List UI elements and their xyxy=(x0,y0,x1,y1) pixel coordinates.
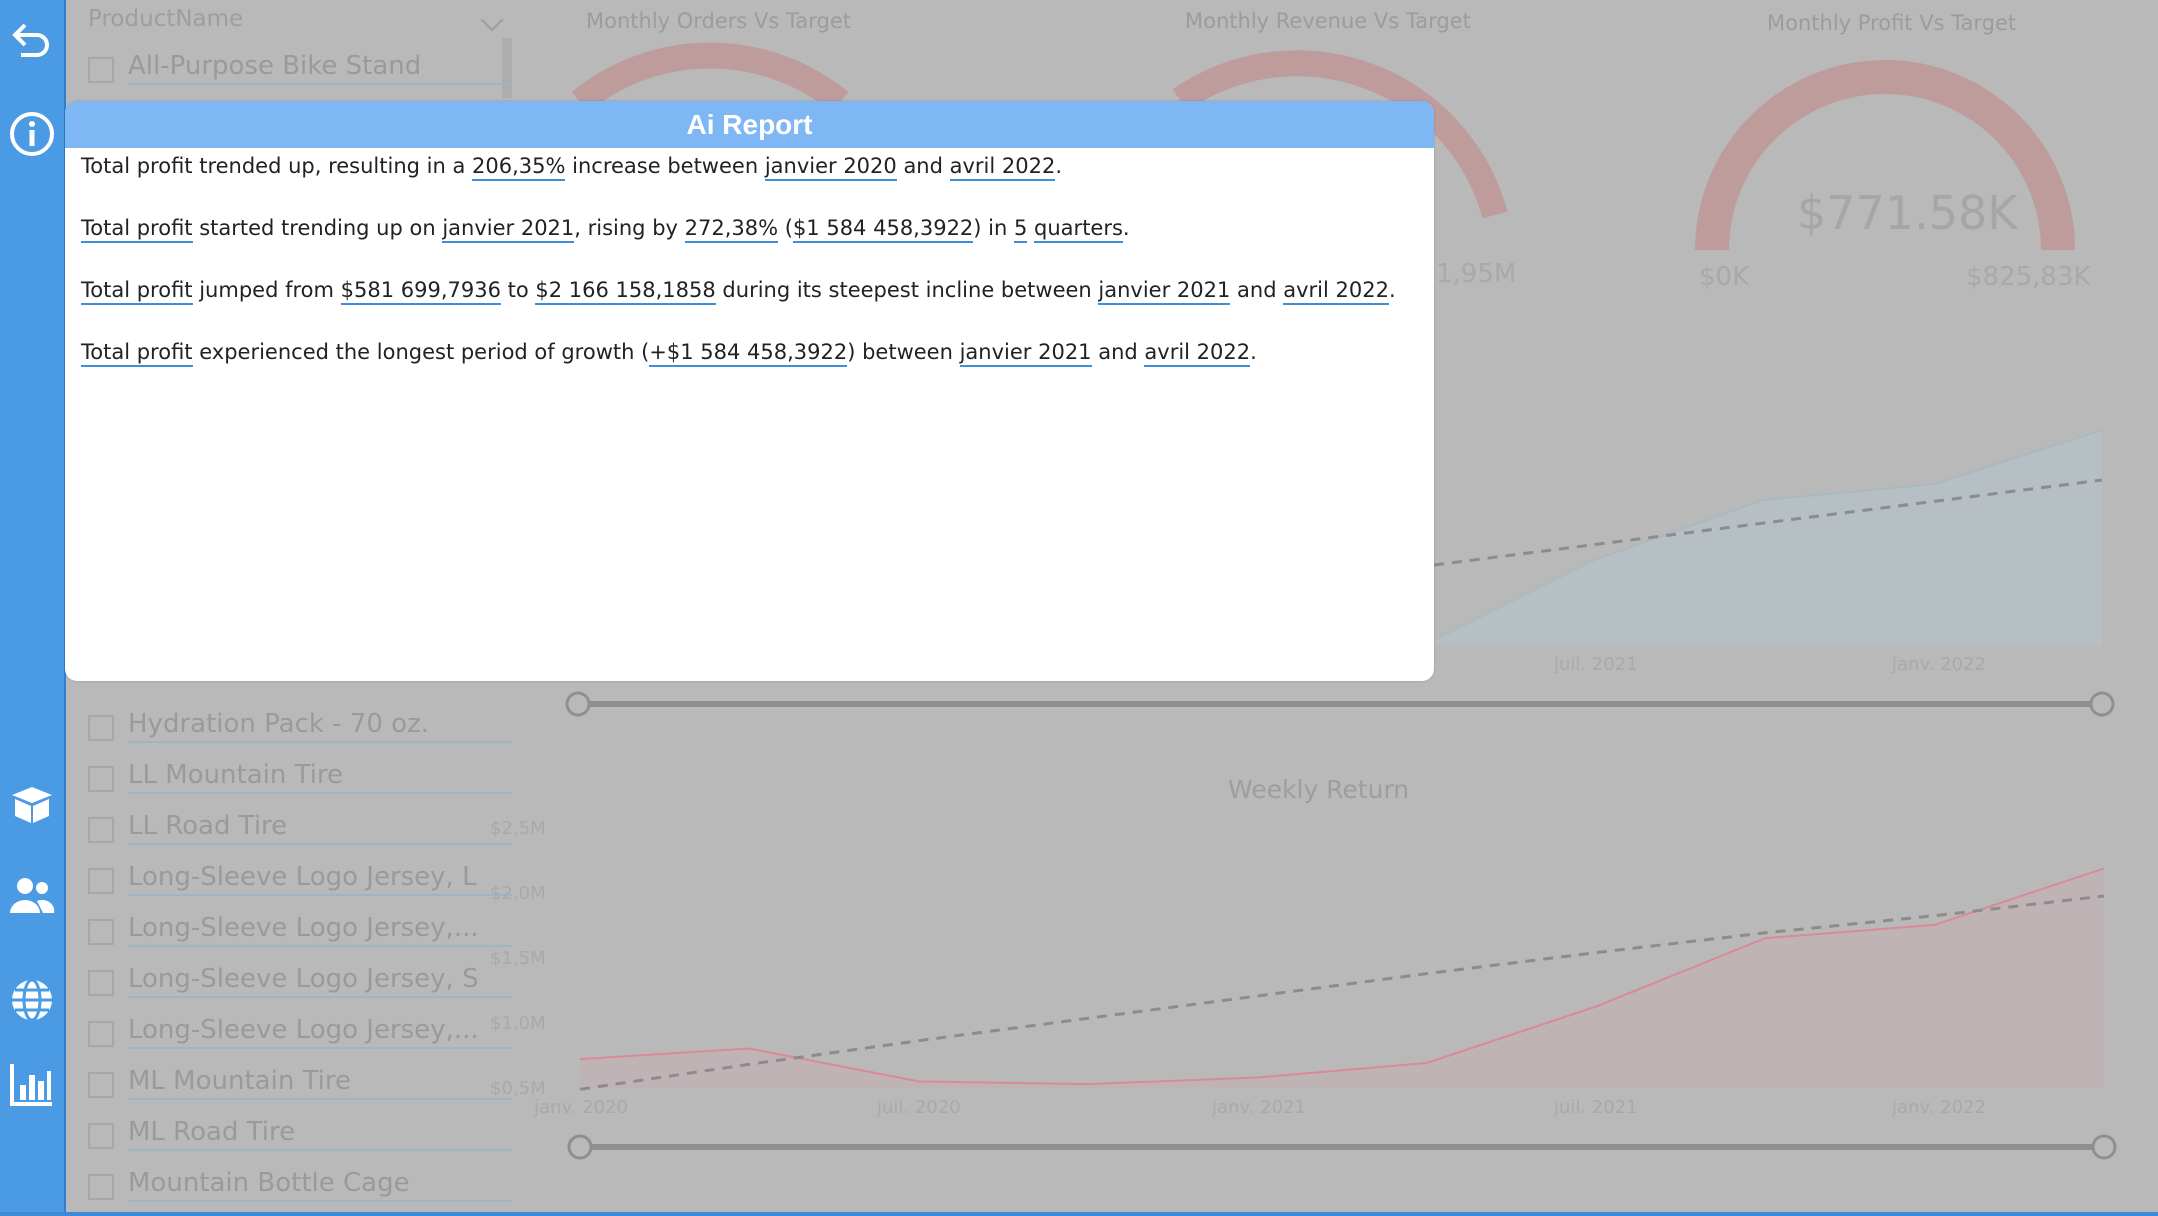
insight-highlight[interactable]: janvier 2020 xyxy=(764,154,897,181)
text: . xyxy=(1250,340,1257,364)
insight-highlight[interactable]: janvier 2021 xyxy=(442,216,575,243)
insight-highlight[interactable]: janvier 2021 xyxy=(959,340,1092,367)
bottom-range-handle-right xyxy=(2091,1134,2117,1160)
dialog-body: Total profit trended up, resulting in a … xyxy=(65,148,1434,404)
text: ) between xyxy=(847,340,960,364)
insight-highlight[interactable]: 206,35% xyxy=(472,154,566,181)
text: during its steepest incline between xyxy=(715,278,1099,302)
insight-paragraph: Total profit trended up, resulting in a … xyxy=(81,152,1418,181)
text: started trending up on xyxy=(192,216,443,240)
insight-highlight[interactable]: $581 699,7936 xyxy=(340,278,501,305)
insight-highlight[interactable]: avril 2022 xyxy=(949,154,1056,181)
text: and xyxy=(1230,278,1284,302)
insight-paragraph: Total profit started trending up on janv… xyxy=(81,214,1418,243)
text: experienced the longest period of growth… xyxy=(192,340,650,364)
insight-highlight[interactable]: $2 166 158,1858 xyxy=(535,278,716,305)
text: ) in xyxy=(973,216,1014,240)
weekly-return-area xyxy=(580,868,2104,1088)
insight-highlight[interactable]: 5 xyxy=(1013,216,1028,243)
text: . xyxy=(1388,278,1396,302)
insight-highlight[interactable]: avril 2022 xyxy=(1144,340,1251,367)
bottom-border xyxy=(0,1212,2158,1216)
insight-highlight[interactable]: Total profit xyxy=(81,340,193,367)
text: . xyxy=(1055,154,1063,178)
text: jumped from xyxy=(192,278,341,302)
insight-highlight[interactable]: +$1 584 458,3922 xyxy=(649,340,848,367)
insight-highlight[interactable]: janvier 2021 xyxy=(1098,278,1231,305)
text: and xyxy=(896,154,950,178)
text: and xyxy=(1091,340,1145,364)
text: , rising by xyxy=(574,216,685,240)
text: to xyxy=(500,278,536,302)
text: . xyxy=(1122,216,1130,240)
text: Total profit trended up, resulting in a xyxy=(81,154,473,178)
dialog-title: Ai Report xyxy=(65,101,1434,148)
insight-highlight[interactable]: 272,38% xyxy=(684,216,779,243)
insight-paragraph: Total profit jumped from $581 699,7936 t… xyxy=(81,276,1418,305)
bottom-range-handle-left xyxy=(567,1134,593,1160)
ai-report-dialog: Ai Report Total profit trended up, resul… xyxy=(65,101,1434,681)
insight-highlight[interactable]: avril 2022 xyxy=(1283,278,1389,305)
text: increase between xyxy=(565,154,765,178)
insight-highlight[interactable]: Total profit xyxy=(81,216,193,243)
insight-paragraph: Total profit experienced the longest per… xyxy=(81,338,1418,367)
insight-highlight[interactable]: quarters xyxy=(1034,216,1123,243)
text: ( xyxy=(778,216,793,240)
insight-highlight[interactable]: $1 584 458,3922 xyxy=(792,216,974,243)
insight-highlight[interactable]: Total profit xyxy=(81,278,193,305)
